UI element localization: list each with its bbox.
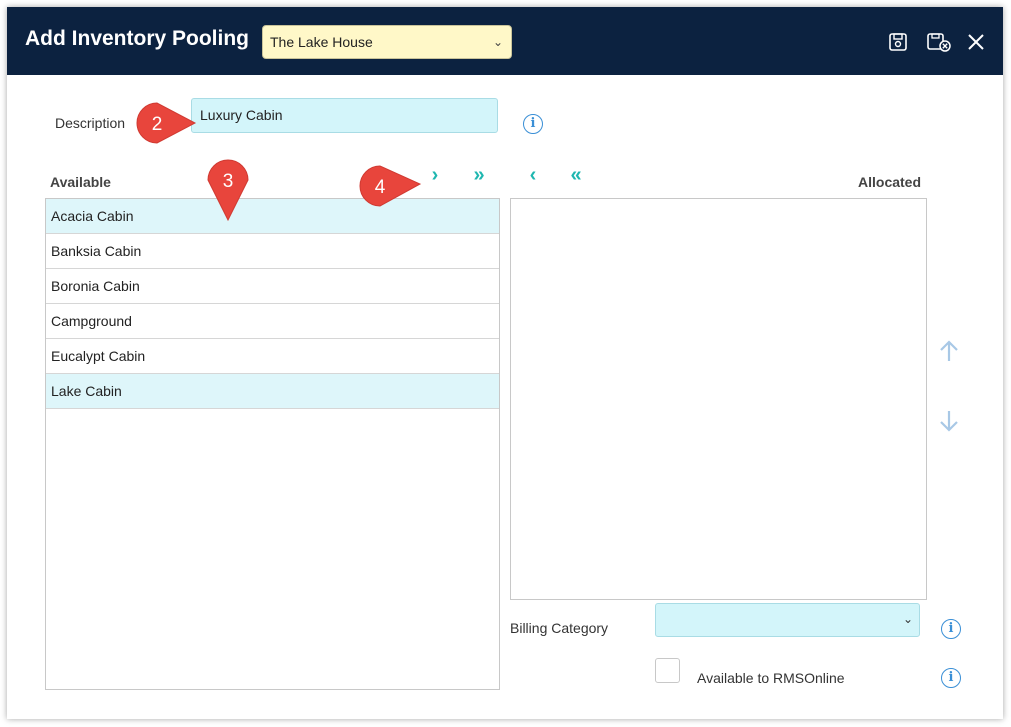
available-list-item[interactable]: Eucalypt Cabin [46, 339, 499, 374]
callout-marker-3: 3 [207, 159, 249, 222]
save-icon[interactable] [887, 31, 909, 53]
available-list-item[interactable]: Banksia Cabin [46, 234, 499, 269]
callout-marker-2: 2 [136, 102, 197, 144]
allocated-list[interactable] [510, 198, 927, 600]
callout-label-4: 4 [375, 177, 386, 198]
dialog-titlebar: Add Inventory Pooling The Lake House ⌄ [7, 7, 1003, 75]
callout-label-3: 3 [223, 171, 234, 192]
move-selected-right-button[interactable]: › [423, 165, 447, 186]
billing-category-info-icon[interactable]: i [941, 619, 961, 639]
description-label: Description [55, 115, 126, 131]
property-select-value: The Lake House [270, 34, 373, 50]
available-list-item[interactable]: Lake Cabin [46, 374, 499, 409]
available-heading: Available [50, 174, 111, 190]
description-info-icon[interactable]: i [523, 114, 543, 134]
dialog-title: Add Inventory Pooling [25, 27, 249, 50]
available-list-item[interactable]: Campground [46, 304, 499, 339]
close-icon[interactable] [965, 31, 987, 53]
billing-category-label: Billing Category [510, 620, 609, 636]
allocated-heading: Allocated [858, 174, 922, 190]
move-all-right-button[interactable]: » [467, 165, 491, 186]
available-online-checkbox[interactable] [655, 658, 680, 683]
available-online-info-icon[interactable]: i [941, 668, 961, 688]
chevron-down-icon: ⌄ [492, 35, 503, 49]
chevron-down-icon: ⌄ [902, 612, 913, 626]
available-online-label: Available to RMSOnline [697, 670, 845, 686]
callout-marker-4: 4 [359, 165, 422, 207]
save-and-close-icon[interactable] [926, 31, 952, 53]
property-select[interactable]: The Lake House ⌄ [262, 25, 512, 59]
available-list[interactable]: Acacia Cabin Banksia Cabin Boronia Cabin Ca… [45, 198, 500, 690]
billing-category-select[interactable]: ⌄ [655, 603, 920, 637]
move-selected-left-button[interactable]: ‹ [521, 165, 545, 186]
available-list-item[interactable]: Acacia Cabin [46, 199, 499, 234]
move-up-icon[interactable] [938, 338, 960, 364]
description-input[interactable]: Luxury Cabin [191, 98, 498, 133]
move-all-left-button[interactable]: « [564, 165, 588, 186]
available-list-item[interactable]: Boronia Cabin [46, 269, 499, 304]
callout-label-2: 2 [152, 114, 163, 135]
move-down-icon[interactable] [938, 408, 960, 434]
